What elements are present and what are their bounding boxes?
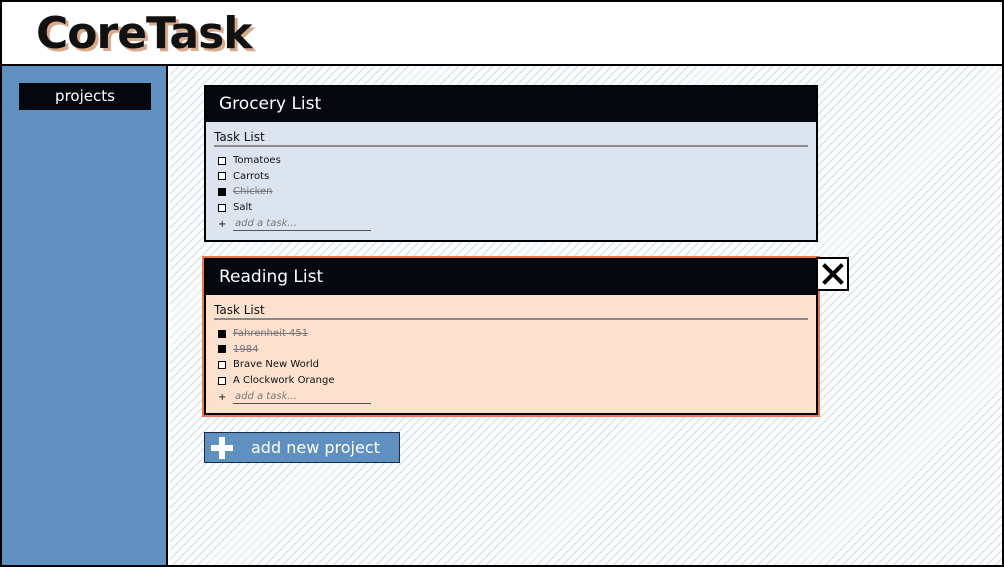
main-content: Grocery List Task List Tomatoes Carrots … (170, 66, 1002, 565)
plus-icon (211, 436, 233, 459)
add-task-input[interactable] (233, 217, 371, 232)
add-task-plus-icon[interactable]: + (218, 392, 226, 403)
task-text: Chicken (233, 186, 273, 198)
project-title: Grocery List (206, 87, 816, 122)
add-task-row: + (218, 217, 816, 232)
task-checkbox[interactable] (218, 360, 226, 369)
task-item: 1984 (218, 342, 816, 358)
project-card-grocery: Grocery List Task List Tomatoes Carrots … (204, 85, 818, 242)
app-logo: CoreTask (36, 8, 253, 59)
task-item: Salt (218, 200, 816, 216)
task-text: Fahrenheit 451 (233, 328, 309, 339)
task-text: Tomatoes (233, 155, 281, 166)
close-project-button[interactable] (816, 257, 849, 291)
task-item: Carrots (218, 169, 816, 185)
add-new-project-button[interactable]: add new project (204, 432, 400, 463)
task-text: Salt (233, 201, 253, 213)
task-item: A Clockwork Orange (218, 373, 816, 389)
add-task-plus-icon[interactable]: + (218, 219, 226, 230)
project-title: Reading List (206, 260, 816, 295)
task-text: Brave New World (233, 359, 319, 371)
task-item: Fahrenheit 451 (218, 326, 816, 342)
task-checkbox[interactable] (218, 187, 226, 196)
sidebar: projects (2, 66, 168, 565)
task-checkbox[interactable] (218, 376, 226, 385)
task-checkbox[interactable] (218, 203, 226, 212)
close-icon (821, 263, 844, 285)
task-item: Tomatoes (218, 153, 816, 169)
task-checkbox[interactable] (218, 329, 226, 338)
task-list: Tomatoes Carrots Chicken Salt (218, 153, 816, 215)
sidebar-item-projects[interactable]: projects (19, 83, 151, 110)
task-text: Carrots (233, 170, 270, 182)
task-list-heading: Task List (214, 130, 808, 147)
task-list: Fahrenheit 451 1984 Brave New World A Cl… (218, 326, 816, 388)
add-task-row: + (218, 390, 816, 405)
task-text: A Clockwork Orange (233, 374, 335, 386)
task-checkbox[interactable] (218, 345, 226, 354)
task-item: Chicken (218, 184, 816, 200)
task-text: 1984 (233, 343, 259, 355)
task-list-heading: Task List (214, 303, 808, 320)
app-header: CoreTask (2, 2, 1002, 66)
task-checkbox[interactable] (218, 172, 226, 181)
app-frame: CoreTask projects Grocery List Task List… (0, 0, 1004, 567)
project-card-reading: Reading List Task List Fahrenheit 451 19… (204, 258, 818, 415)
add-project-label: add new project (251, 438, 380, 457)
task-item: Brave New World (218, 357, 816, 373)
task-checkbox[interactable] (218, 156, 226, 165)
add-task-input[interactable] (233, 390, 371, 405)
